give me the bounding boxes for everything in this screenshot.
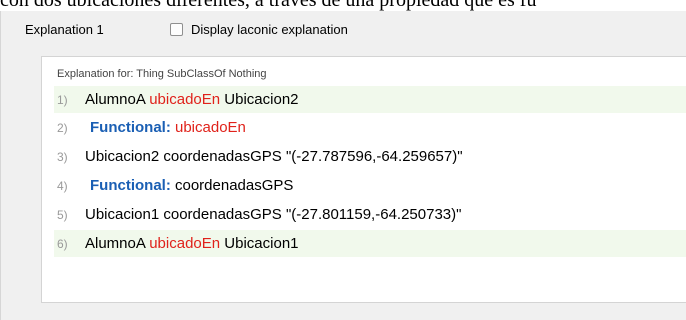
axiom-row-2[interactable]: 2) Functional: ubicadoEn: [54, 114, 686, 141]
laconic-explanation-label[interactable]: Display laconic explanation: [191, 22, 348, 37]
row-number: 3): [57, 149, 68, 164]
axiom-keyword: Functional:: [90, 177, 171, 194]
laconic-explanation-toggle[interactable]: Display laconic explanation: [170, 21, 348, 37]
explanation-header: Explanation for: Thing SubClassOf Nothin…: [57, 68, 267, 80]
axiom-keyword: Functional:: [90, 119, 171, 136]
axiom-text: AlumnoA ubicadoEn Ubicacion1: [85, 235, 299, 252]
axiom-row-4[interactable]: 4) Functional: coordenadasGPS: [54, 172, 686, 199]
axiom-text: Ubicacion2 coordenadasGPS "(-27.787596,-…: [85, 148, 463, 165]
explanation-box: Explanation for: Thing SubClassOf Nothin…: [41, 56, 686, 303]
row-number: 5): [57, 207, 68, 222]
axiom-row-1[interactable]: 1) AlumnoA ubicadoEn Ubicacion2: [54, 86, 686, 113]
axiom-row-5[interactable]: 5) Ubicacion1 coordenadasGPS "(-27.80115…: [54, 201, 686, 228]
individual-name: AlumnoA: [85, 91, 146, 108]
object-property-name: ubicadoEn: [175, 119, 246, 136]
axiom-text: Ubicacion1 coordenadasGPS "(-27.801159,-…: [85, 206, 462, 223]
axiom-row-3[interactable]: 3) Ubicacion2 coordenadasGPS "(-27.78759…: [54, 143, 686, 170]
individual-name: AlumnoA: [85, 235, 146, 252]
row-number: 6): [57, 236, 68, 251]
data-property-name: coordenadasGPS: [175, 177, 294, 194]
laconic-explanation-checkbox[interactable]: [170, 22, 183, 36]
individual-name: Ubicacion2: [224, 91, 299, 108]
axiom-row-6[interactable]: 6) AlumnoA ubicadoEn Ubicacion1: [54, 230, 686, 257]
row-number: 4): [57, 178, 68, 193]
document-caption: con dos ubicaciones diferentes, a través…: [0, 0, 537, 11]
individual-name: Ubicacion1: [224, 235, 299, 252]
panel-title: Explanation 1: [25, 22, 104, 37]
axiom-text: Functional: coordenadasGPS: [90, 177, 293, 194]
row-number: 2): [57, 120, 68, 135]
panel-header: Explanation 1 Display laconic explanatio…: [1, 11, 686, 47]
object-property-name: ubicadoEn: [149, 91, 221, 108]
object-property-name: ubicadoEn: [149, 235, 221, 252]
axiom-text: AlumnoA ubicadoEn Ubicacion2: [85, 91, 299, 108]
row-number: 1): [57, 92, 68, 107]
explanation-panel: Explanation 1 Display laconic explanatio…: [0, 11, 686, 320]
axiom-text: Functional: ubicadoEn: [90, 119, 246, 136]
